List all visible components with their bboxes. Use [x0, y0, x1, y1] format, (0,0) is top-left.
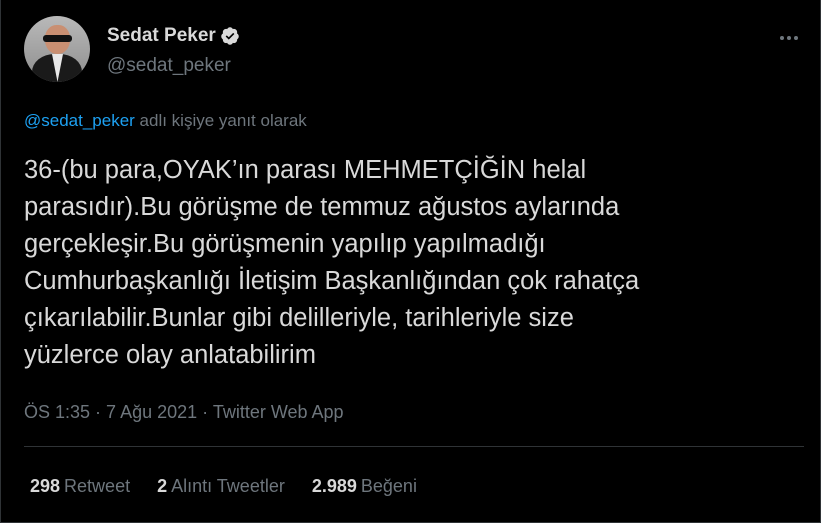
- quotes-label: Alıntı Tweetler: [171, 476, 285, 496]
- meta-separator: ·: [197, 402, 213, 422]
- retweets-count: 298: [30, 476, 61, 496]
- more-options-button[interactable]: [777, 26, 801, 50]
- likes-stat[interactable]: 2.989 Beğeni: [312, 476, 417, 497]
- tweet-meta: ÖS 1:35 · 7 Ağu 2021 · Twitter Web App: [24, 402, 344, 423]
- tweet-date-link[interactable]: 7 Ağu 2021: [106, 402, 197, 422]
- meta-separator: ·: [90, 402, 107, 422]
- more-dots-icon: [780, 36, 798, 40]
- reply-mention-link[interactable]: @sedat_peker: [24, 111, 135, 130]
- name-row[interactable]: Sedat Peker: [107, 25, 240, 47]
- likes-count: 2.989: [311, 476, 357, 496]
- tweet-stats: 298 Retweet 2 Alıntı Tweetler 2.989 Beğeni: [30, 476, 444, 497]
- divider: [24, 446, 804, 447]
- tweet-source-link[interactable]: Twitter Web App: [213, 402, 344, 422]
- tweet-text: 36-(bu para,OYAK’ın parası MEHMETÇİĞİN h…: [24, 156, 640, 369]
- handle[interactable]: @sedat_peker: [107, 55, 231, 77]
- retweets-label: Retweet: [64, 476, 131, 496]
- avatar-glasses: [43, 35, 72, 42]
- retweets-stat[interactable]: 298 Retweet: [30, 476, 130, 497]
- quotes-count: 2: [157, 476, 168, 496]
- avatar[interactable]: [24, 16, 90, 82]
- tweet-card: Sedat Peker @sedat_peker @sedat_peker ad…: [0, 0, 821, 523]
- quotes-stat[interactable]: 2 Alıntı Tweetler: [157, 476, 285, 497]
- display-name[interactable]: Sedat Peker: [107, 25, 216, 47]
- tweet-time-link[interactable]: ÖS 1:35: [24, 402, 90, 422]
- reply-context: @sedat_peker adlı kişiye yanıt olarak: [24, 111, 307, 131]
- tweet-header: Sedat Peker @sedat_peker: [24, 16, 804, 86]
- likes-label: Beğeni: [360, 476, 417, 496]
- verified-badge-icon: [221, 27, 239, 45]
- reply-context-text: adlı kişiye yanıt olarak: [134, 111, 307, 130]
